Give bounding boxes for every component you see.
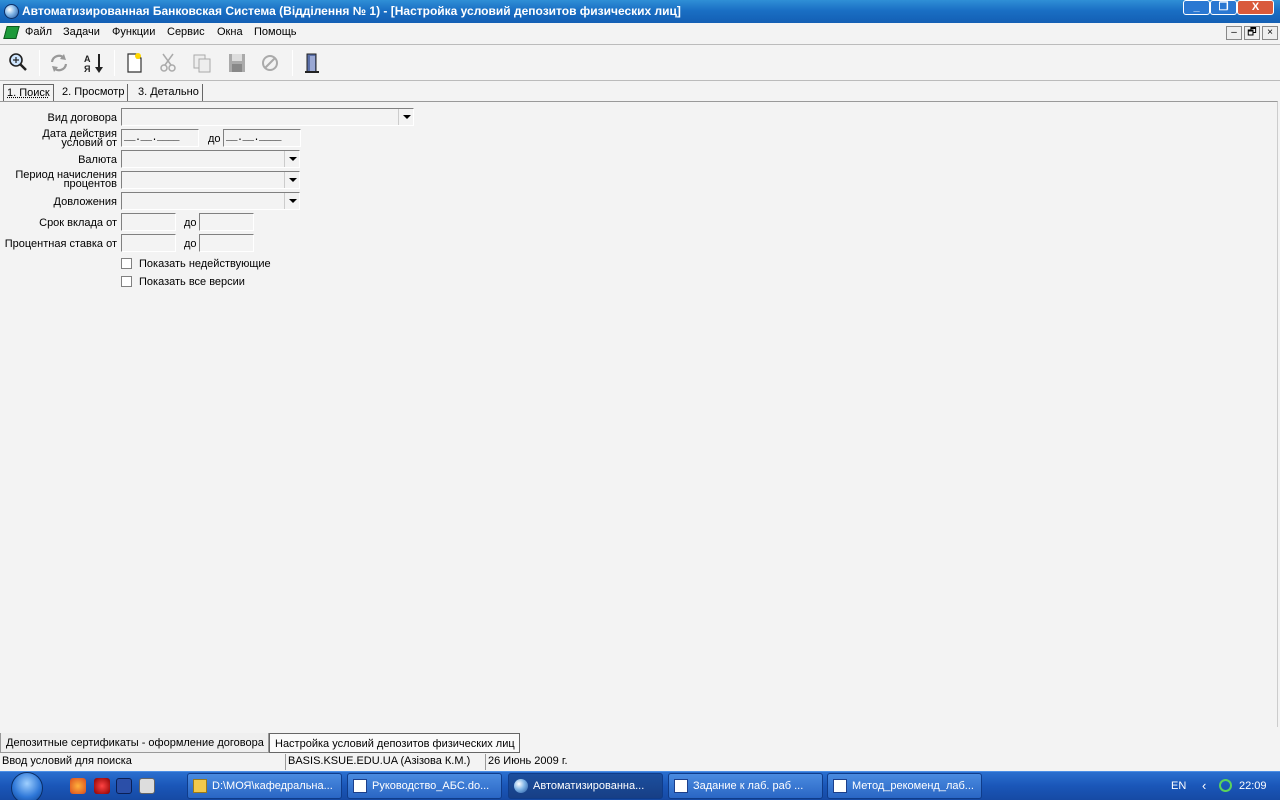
task-word-methods-label: Метод_рекоменд_лаб...: [852, 780, 974, 792]
app-globe-icon: [514, 779, 528, 793]
menu-functions[interactable]: Функции: [112, 26, 155, 38]
chevron-down-icon[interactable]: [284, 151, 299, 167]
tray-app-icon[interactable]: [1219, 779, 1232, 792]
start-button[interactable]: [8, 772, 46, 800]
language-indicator[interactable]: EN: [1171, 780, 1186, 792]
task-word-methods[interactable]: Метод_рекоменд_лаб...: [827, 773, 982, 799]
term-to-field[interactable]: [199, 213, 254, 231]
date-to-label: до: [208, 135, 221, 144]
mdi-tab-deposit-certificates[interactable]: Депозитные сертификаты - оформление дого…: [0, 733, 269, 753]
word-icon: [674, 779, 688, 793]
interest-period-combo[interactable]: [121, 171, 300, 189]
currency-combo[interactable]: [121, 150, 300, 168]
taskbar: D:\МОЯ\кафедральна... Руководство_АБС.do…: [0, 771, 1280, 800]
status-server-user: BASIS.KSUE.EDU.UA (Азізова К.М.): [286, 754, 486, 770]
task-folder-label: D:\МОЯ\кафедральна...: [212, 780, 333, 792]
cancel-icon[interactable]: [258, 51, 282, 75]
save-icon[interactable]: [225, 51, 249, 75]
chevron-down-icon[interactable]: [284, 193, 299, 209]
rate-to-field[interactable]: [199, 234, 254, 252]
word-icon: [833, 779, 847, 793]
currency-label: Валюта: [78, 156, 117, 165]
app-globe-icon: [4, 4, 19, 19]
cut-icon[interactable]: [156, 51, 180, 75]
search-form-panel: Вид договора Дата действия условий от __…: [0, 101, 1278, 727]
date-from-label-line2: условий от: [61, 139, 117, 148]
task-folder[interactable]: D:\МОЯ\кафедральна...: [187, 773, 342, 799]
interest-period-label-line2: процентов: [64, 180, 117, 189]
chevron-down-icon[interactable]: [284, 172, 299, 188]
date-from-mask: __.__.____: [124, 133, 179, 144]
folder-icon: [193, 779, 207, 793]
status-date: 26 Июнь 2009 г.: [486, 754, 626, 770]
date-to-field[interactable]: __.__.____: [223, 129, 301, 147]
task-banking-system[interactable]: Автоматизированна...: [508, 773, 663, 799]
menu-tasks[interactable]: Задачи: [63, 26, 100, 38]
show-all-versions-label[interactable]: Показать все версии: [139, 278, 245, 287]
svg-text:A: A: [84, 54, 91, 64]
rate-from-field[interactable]: [121, 234, 176, 252]
menu-help[interactable]: Помощь: [254, 26, 297, 38]
tab-details[interactable]: 3. Детально: [135, 84, 203, 101]
menu-service[interactable]: Сервис: [167, 26, 205, 38]
clock[interactable]: 22:09: [1239, 780, 1267, 792]
minimize-button[interactable]: _: [1183, 0, 1210, 15]
show-inactive-label[interactable]: Показать недействующие: [139, 260, 271, 269]
mdi-tab-deposit-conditions[interactable]: Настройка условий депозитов физических л…: [269, 733, 520, 753]
task-banking-system-label: Автоматизированна...: [533, 780, 644, 792]
contract-type-label: Вид договора: [48, 114, 117, 123]
chevron-down-icon[interactable]: [398, 109, 413, 125]
rate-to-label: до: [184, 240, 197, 249]
word-icon: [353, 779, 367, 793]
search-icon[interactable]: [6, 51, 30, 75]
rate-from-label: Процентная ставка от: [5, 240, 117, 249]
view-tabs: 1. Поиск 2. Просмотр 3. Детально: [0, 82, 1280, 101]
copy-icon[interactable]: [190, 51, 214, 75]
maximize-button[interactable]: ❐: [1210, 0, 1237, 15]
menu-bar: Файл Задачи Функции Сервис Окна Помощь: [0, 23, 1280, 43]
mdi-minimize-button[interactable]: –: [1226, 26, 1242, 40]
title-bar: Автоматизированная Банковская Система (В…: [0, 0, 1280, 23]
svg-text:Я: Я: [84, 64, 90, 74]
contract-type-combo[interactable]: [121, 108, 414, 126]
tab-search[interactable]: 1. Поиск: [3, 84, 54, 101]
task-word-guide-label: Руководство_АБС.do...: [372, 780, 489, 792]
show-all-versions-checkbox[interactable]: [121, 276, 132, 287]
task-word-assignment-label: Задание к лаб. раб ...: [693, 780, 803, 792]
refresh-icon[interactable]: [47, 51, 71, 75]
menu-file[interactable]: Файл: [25, 26, 52, 38]
firefox-icon[interactable]: [70, 778, 86, 794]
mdi-window-tabs: Депозитные сертификаты - оформление дого…: [0, 731, 1280, 753]
additional-deposits-combo[interactable]: [121, 192, 300, 210]
date-from-field[interactable]: __.__.____: [121, 129, 199, 147]
toolbar: AЯ: [0, 44, 1280, 81]
term-from-field[interactable]: [121, 213, 176, 231]
term-to-label: до: [184, 219, 197, 228]
window-title: Автоматизированная Банковская Система (В…: [22, 4, 681, 18]
media-icon[interactable]: [116, 778, 132, 794]
tray-expand-icon[interactable]: ‹: [1202, 778, 1206, 793]
opera-icon[interactable]: [94, 778, 110, 794]
term-from-label: Срок вклада от: [39, 219, 117, 228]
additional-deposits-label: Довложения: [54, 198, 117, 207]
app-logo-icon: [3, 26, 19, 39]
exit-door-icon[interactable]: [300, 51, 324, 75]
date-to-mask: __.__.____: [226, 133, 281, 144]
new-document-icon[interactable]: [122, 51, 146, 75]
tab-view[interactable]: 2. Просмотр: [59, 84, 128, 101]
show-desktop-icon[interactable]: [139, 778, 155, 794]
status-hint: Ввод условий для поиска: [0, 754, 286, 770]
sort-icon[interactable]: AЯ: [82, 51, 106, 75]
close-button[interactable]: X: [1237, 0, 1274, 15]
task-word-guide[interactable]: Руководство_АБС.do...: [347, 773, 502, 799]
mdi-restore-button[interactable]: 🗗: [1244, 26, 1260, 40]
task-word-assignment[interactable]: Задание к лаб. раб ...: [668, 773, 823, 799]
status-bar: Ввод условий для поиска BASIS.KSUE.EDU.U…: [0, 754, 1280, 771]
mdi-close-button[interactable]: ×: [1262, 26, 1278, 40]
show-inactive-checkbox[interactable]: [121, 258, 132, 269]
menu-windows[interactable]: Окна: [217, 26, 243, 38]
